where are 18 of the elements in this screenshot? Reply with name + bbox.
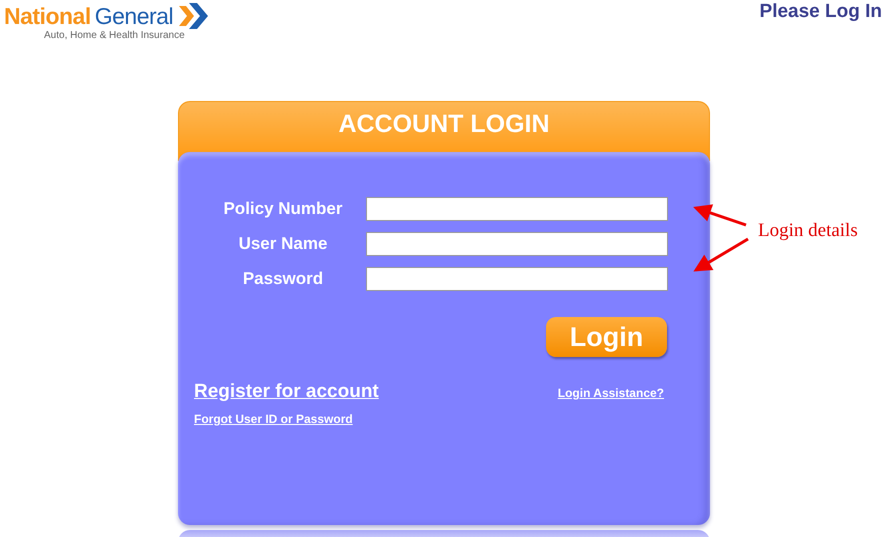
field-label: Policy Number bbox=[222, 199, 344, 219]
page-title: Please Log In bbox=[760, 1, 882, 23]
arrow bbox=[693, 238, 749, 272]
brand-name: General bbox=[94, 3, 174, 29]
input-field[interactable] bbox=[366, 232, 668, 256]
input-field[interactable] bbox=[366, 197, 668, 221]
logo-tagline: Auto, Home & Health Insurance bbox=[44, 30, 186, 42]
card-title: ACCOUNT LOGIN bbox=[338, 110, 550, 140]
input-field[interactable] bbox=[366, 267, 668, 291]
field-label: Password bbox=[242, 269, 324, 289]
field-label: User Name bbox=[238, 234, 328, 254]
arrow bbox=[693, 204, 746, 226]
login-button[interactable]: Login bbox=[546, 317, 667, 357]
register-link[interactable]: Register for account bbox=[194, 381, 379, 403]
assistance-link[interactable]: Login Assistance? bbox=[558, 386, 664, 400]
forgot-link[interactable]: Forgot User ID or Password bbox=[194, 412, 379, 426]
brand-name: National bbox=[4, 3, 91, 29]
annotation-label: Login details bbox=[758, 220, 858, 242]
